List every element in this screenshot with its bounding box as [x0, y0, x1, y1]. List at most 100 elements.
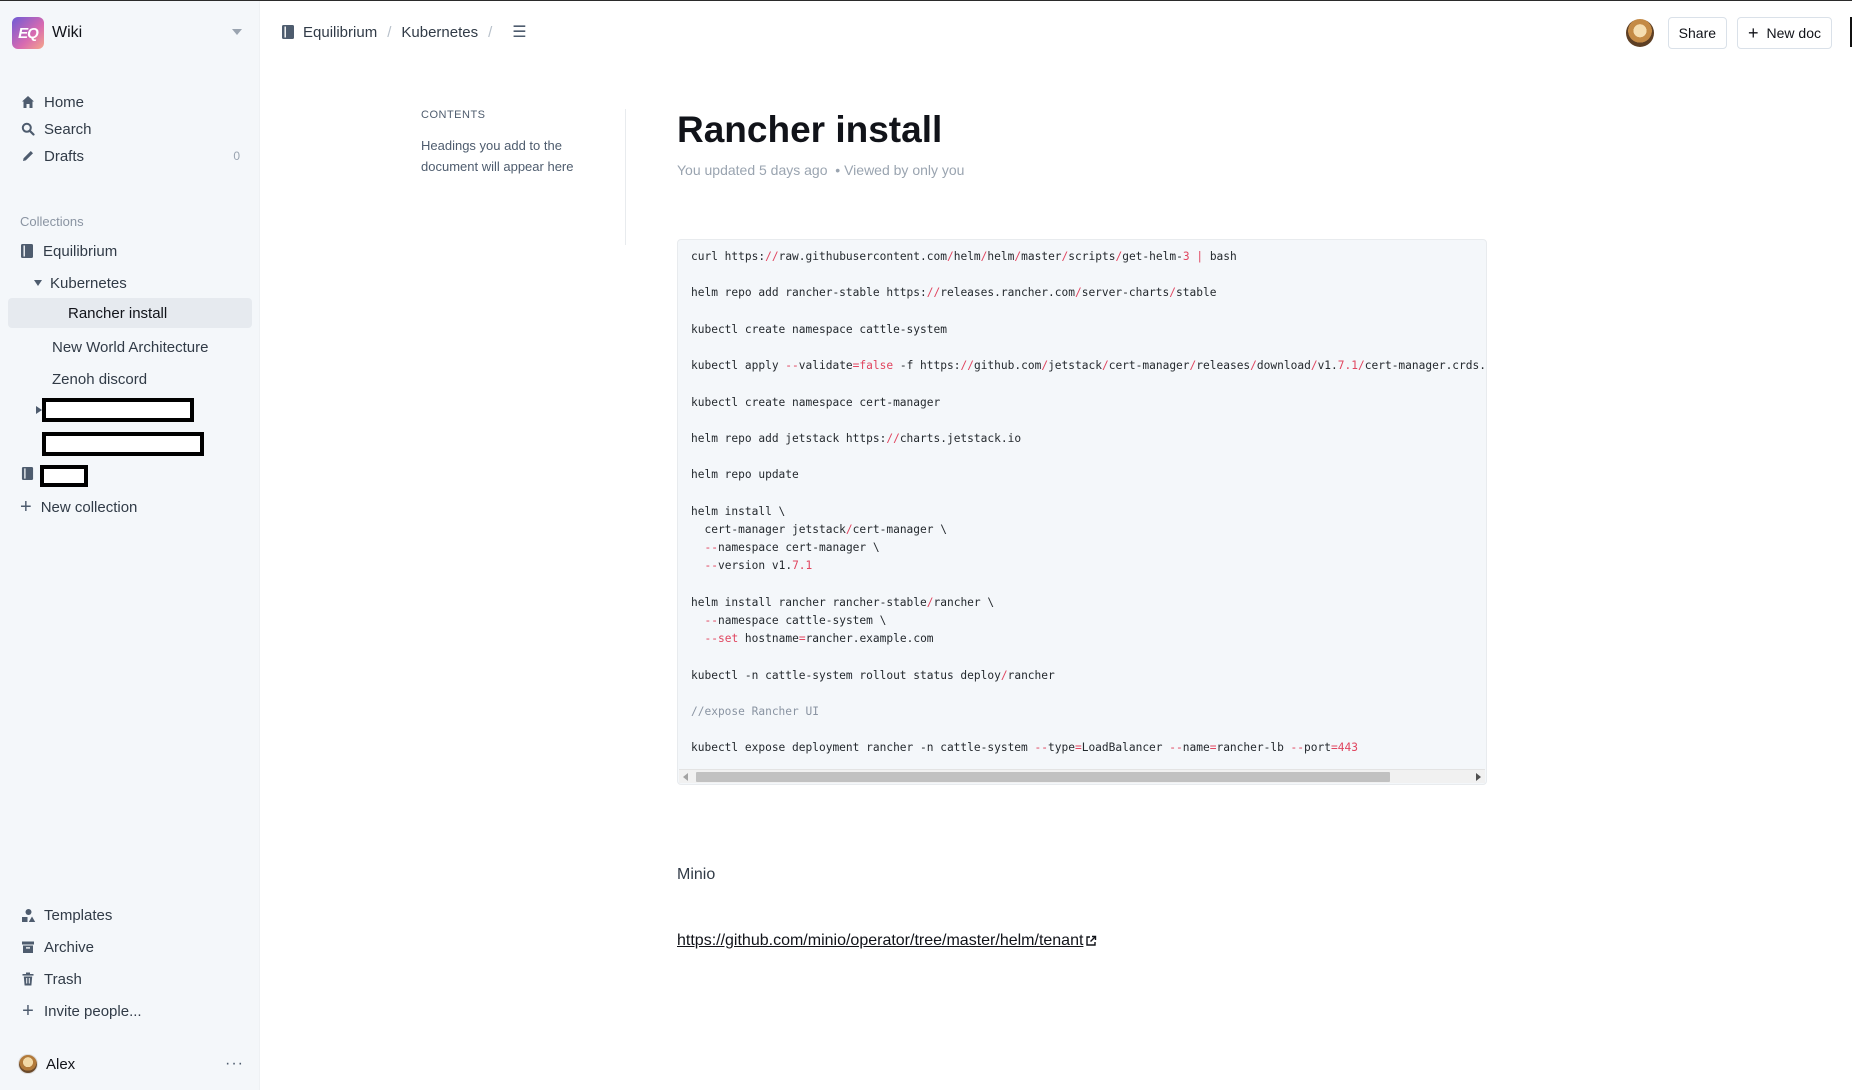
more-options-icon[interactable]: ···	[225, 1055, 244, 1073]
doc-new-world-architecture[interactable]: New World Architecture	[52, 332, 208, 362]
team-switcher[interactable]: EQ Wiki	[12, 17, 248, 49]
code-line: --set hostname=rancher.example.com	[704, 632, 934, 646]
new-doc-button-label: New doc	[1766, 25, 1821, 41]
header-actions: Share + New doc	[1625, 17, 1832, 49]
scroll-left-icon[interactable]	[683, 773, 688, 781]
code-line: kubectl -n cattle-system rollout status …	[691, 668, 1055, 682]
doc-zenoh-discord-label: Zenoh discord	[52, 370, 148, 388]
chevron-down-icon[interactable]	[232, 29, 242, 35]
new-doc-button[interactable]: + New doc	[1737, 17, 1832, 49]
nav-templates-label: Templates	[44, 906, 113, 924]
doc-kubernetes-label: Kubernetes	[50, 274, 127, 292]
breadcrumb-kubernetes[interactable]: Kubernetes	[401, 24, 478, 41]
code-line: --version v1.7.1	[704, 559, 813, 573]
nav-drafts[interactable]: Drafts 0	[8, 141, 252, 171]
nav-trash-label: Trash	[44, 970, 82, 988]
drafts-count: 0	[233, 149, 240, 163]
code-block[interactable]: curl https://raw.githubusercontent.com/h…	[677, 239, 1487, 785]
code-line: cert-manager jetstack/cert-manager \	[691, 523, 947, 537]
team-logo: EQ	[12, 17, 44, 49]
code-line: kubectl expose deployment rancher -n cat…	[691, 741, 1358, 755]
sidebar: EQ Wiki Home Search Drafts 0 Collections…	[0, 1, 260, 1090]
doc-rancher-install-label: Rancher install	[68, 304, 168, 322]
code-line: helm repo add rancher-stable https://rel…	[691, 286, 1217, 300]
code-line: helm repo add jetstack https://charts.je…	[691, 432, 1022, 446]
code-line: helm install \	[691, 504, 786, 518]
nav-trash[interactable]: Trash	[8, 964, 252, 994]
breadcrumb-equilibrium[interactable]: Equilibrium	[303, 24, 377, 41]
horizontal-scrollbar[interactable]	[679, 769, 1485, 783]
external-link-icon	[1086, 935, 1097, 946]
trash-icon	[20, 971, 36, 987]
new-collection-button[interactable]: + New collection	[20, 492, 137, 522]
collection-equilibrium-label: Equilibrium	[43, 242, 118, 260]
share-button-label: Share	[1678, 25, 1717, 41]
minio-link-text: https://github.com/minio/operator/tree/m…	[677, 932, 1084, 949]
shapes-icon	[20, 907, 36, 923]
redacted-item	[42, 398, 194, 422]
collection-equilibrium[interactable]: Equilibrium	[20, 236, 117, 266]
nav-archive-label: Archive	[44, 938, 95, 956]
plus-icon: +	[1748, 22, 1759, 43]
code-line: helm install rancher rancher-stable/ranc…	[691, 595, 995, 609]
document-body: Rancher install You updated 5 days ago •…	[677, 106, 1487, 178]
nav-home[interactable]: Home	[8, 87, 252, 117]
nav-drafts-label: Drafts	[44, 147, 85, 165]
nav-invite-people[interactable]: + Invite people...	[8, 996, 252, 1026]
document-viewed[interactable]: • Viewed by only you	[835, 162, 964, 178]
document-meta: You updated 5 days ago • Viewed by only …	[677, 162, 1487, 178]
archive-icon	[20, 939, 36, 955]
document-title[interactable]: Rancher install	[677, 106, 1487, 154]
redacted-item	[42, 432, 204, 456]
code-line: helm repo update	[691, 468, 799, 482]
contents-empty-message: Headings you add to the document will ap…	[421, 138, 574, 174]
avatar[interactable]	[1625, 19, 1654, 47]
doc-new-world-architecture-label: New World Architecture	[52, 338, 209, 356]
share-button[interactable]: Share	[1667, 17, 1728, 49]
code-line: kubectl create namespace cert-manager	[691, 395, 941, 409]
code-line: kubectl create namespace cattle-system	[691, 322, 947, 336]
breadcrumb-separator: /	[488, 23, 493, 41]
new-collection-label: New collection	[40, 498, 138, 516]
paragraph-minio[interactable]: Minio	[677, 866, 715, 884]
contents-heading: CONTENTS	[421, 109, 486, 121]
table-of-contents-icon[interactable]: ☰	[512, 22, 526, 42]
user-name: Alex	[46, 1055, 76, 1073]
nav-invite-people-label: Invite people...	[44, 1002, 142, 1020]
nav-search[interactable]: Search	[8, 114, 252, 144]
code-line: curl https://raw.githubusercontent.com/h…	[691, 250, 1237, 263]
code-line: --namespace cert-manager \	[704, 541, 880, 555]
collection-icon	[20, 243, 34, 259]
code-line: --namespace cattle-system \	[704, 614, 887, 628]
code-line: //expose Rancher UI	[691, 705, 819, 719]
table-of-contents: CONTENTS Headings you add to the documen…	[421, 109, 626, 245]
disclosure-expanded-icon[interactable]	[34, 280, 42, 286]
breadcrumb: Equilibrium / Kubernetes / ☰	[281, 22, 527, 42]
scrollbar-thumb[interactable]	[696, 772, 1390, 782]
document-updated[interactable]: You updated 5 days ago	[677, 162, 828, 178]
breadcrumb-separator: /	[387, 23, 392, 41]
redacted-item	[40, 465, 88, 487]
code-content[interactable]: curl https://raw.githubusercontent.com/h…	[691, 248, 1486, 758]
nav-templates[interactable]: Templates	[8, 900, 252, 930]
plus-icon: +	[22, 1000, 34, 1022]
nav-archive[interactable]: Archive	[8, 932, 252, 962]
scroll-right-icon[interactable]	[1476, 773, 1481, 781]
plus-icon: +	[20, 496, 32, 518]
code-line: kubectl apply --validate=false -f https:…	[691, 359, 1486, 373]
home-icon	[20, 94, 36, 110]
collection-icon	[281, 24, 295, 40]
avatar	[18, 1054, 38, 1074]
collections-heading: Collections	[20, 214, 84, 229]
search-icon	[20, 121, 36, 137]
nav-search-label: Search	[44, 120, 92, 138]
collection-icon	[21, 466, 34, 481]
pencil-icon	[20, 148, 36, 164]
doc-zenoh-discord[interactable]: Zenoh discord	[52, 364, 147, 394]
user-menu[interactable]: Alex ···	[8, 1049, 252, 1079]
minio-link[interactable]: https://github.com/minio/operator/tree/m…	[677, 932, 1097, 950]
doc-kubernetes[interactable]: Kubernetes	[34, 268, 127, 298]
doc-rancher-install[interactable]: Rancher install	[8, 298, 252, 328]
document-header: Equilibrium / Kubernetes / ☰ Share + New …	[261, 1, 1852, 65]
team-name: Wiki	[52, 24, 83, 41]
